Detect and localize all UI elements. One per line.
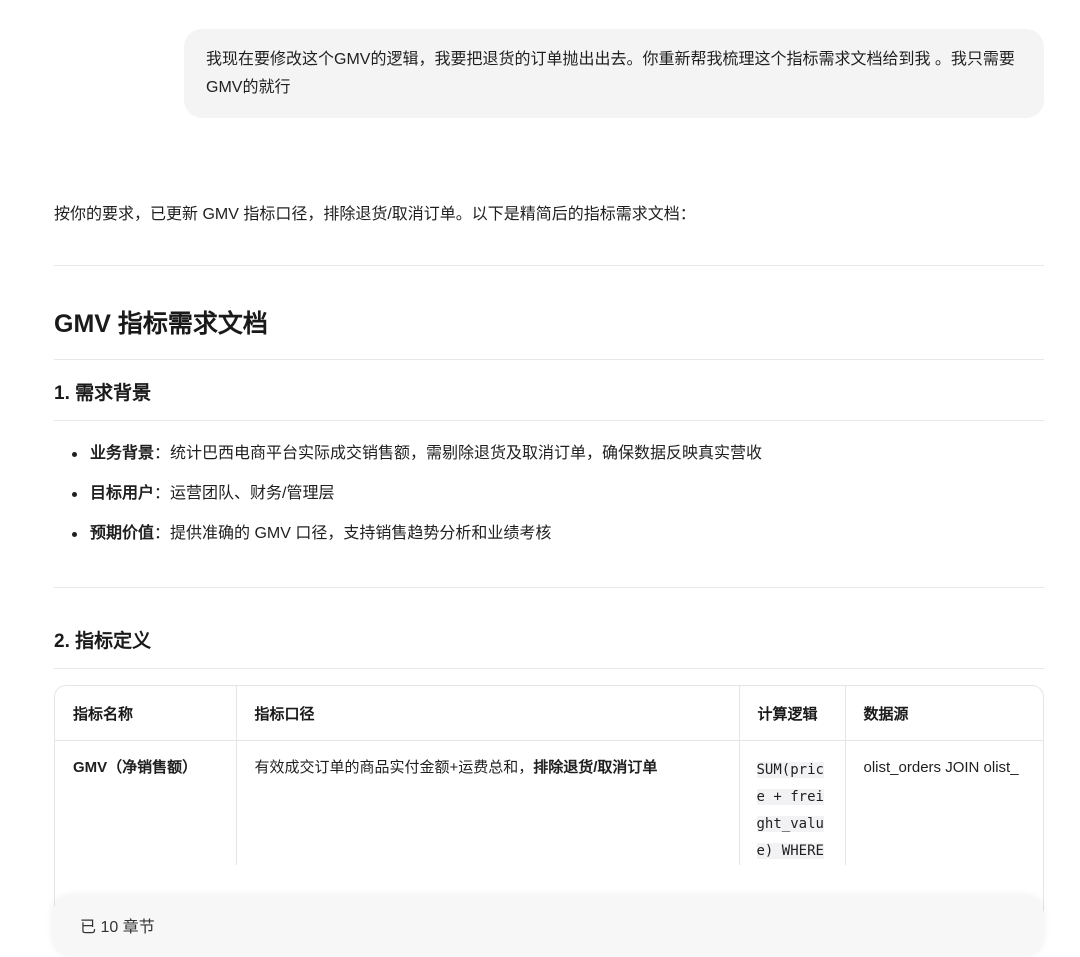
column-header: 计算逻辑 xyxy=(739,686,846,741)
background-list: 业务背景：统计巴西电商平台实际成交销售额，需剔除退货及取消订单，确保数据反映真实… xyxy=(72,440,762,560)
definition-text: 有效成交订单的商品实付金额+运费总和， xyxy=(254,759,534,776)
bottom-status-bar[interactable]: 已 10 章节 xyxy=(52,897,1044,957)
divider xyxy=(54,587,1044,588)
user-message-text: 我现在要修改这个GMV的逻辑，我要把退货的订单抛出出去。你重新帮我梳理这个指标需… xyxy=(206,51,1015,96)
assistant-intro-text: 按你的要求，已更新 GMV 指标口径，排除退货/取消订单。以下是精简后的指标需求… xyxy=(54,206,696,223)
metric-table: 指标名称 指标口径 计算逻辑 数据源 GMV（净销售额） 有效成交订单的商品实付… xyxy=(54,685,1044,923)
list-item-text: ：统计巴西电商平台实际成交销售额，需剔除退货及取消订单，确保数据反映真实营收 xyxy=(154,445,763,462)
code-snippet: SUM(price + freight_value) WHERE xyxy=(756,757,831,865)
bottom-status-text: 已 10 章节 xyxy=(80,919,155,936)
divider xyxy=(54,265,1044,266)
list-item-text: ：运营团队、财务/管理层 xyxy=(154,485,335,502)
table-row: GMV（净销售额） 有效成交订单的商品实付金额+运费总和，排除退货/取消订单 S… xyxy=(55,740,1043,865)
divider xyxy=(54,668,1044,669)
doc-title: GMV 指标需求文档 xyxy=(54,310,268,338)
user-message-bubble: 我现在要修改这个GMV的逻辑，我要把退货的订单抛出出去。你重新帮我梳理这个指标需… xyxy=(184,29,1044,118)
bullet-dot xyxy=(72,492,77,497)
divider xyxy=(54,420,1044,421)
list-item-text: ：提供准确的 GMV 口径，支持销售趋势分析和业绩考核 xyxy=(154,525,552,542)
list-item-label: 预期价值 xyxy=(90,525,155,542)
column-header: 指标口径 xyxy=(236,686,740,741)
divider xyxy=(54,359,1044,360)
list-item: 业务背景：统计巴西电商平台实际成交销售额，需剔除退货及取消订单，确保数据反映真实… xyxy=(72,440,762,468)
cell-definition: 有效成交订单的商品实付金额+运费总和，排除退货/取消订单 xyxy=(236,740,740,865)
list-item: 预期价值：提供准确的 GMV 口径，支持销售趋势分析和业绩考核 xyxy=(72,520,762,548)
bullet-dot xyxy=(72,452,77,457)
column-header: 数据源 xyxy=(845,686,1043,741)
list-item-label: 目标用户 xyxy=(90,485,155,502)
cell-source: olist_orders JOIN olist_ xyxy=(863,759,1019,776)
list-item-label: 业务背景 xyxy=(90,445,155,462)
code-text: SUM(price + freight_value) WHERE xyxy=(756,762,824,859)
list-item: 目标用户：运营团队、财务/管理层 xyxy=(72,480,762,508)
column-header: 指标名称 xyxy=(55,686,237,741)
definition-bold-text: 排除退货/取消订单 xyxy=(533,759,658,776)
table-header-row: 指标名称 指标口径 计算逻辑 数据源 xyxy=(55,686,1043,741)
section-heading-definition: 2. 指标定义 xyxy=(54,631,152,652)
cell-logic: SUM(price + freight_value) WHERE xyxy=(739,740,846,865)
section-heading-background: 1. 需求背景 xyxy=(54,383,152,404)
bullet-dot xyxy=(72,532,77,537)
cell-metric-name: GMV（净销售额） xyxy=(55,740,237,865)
